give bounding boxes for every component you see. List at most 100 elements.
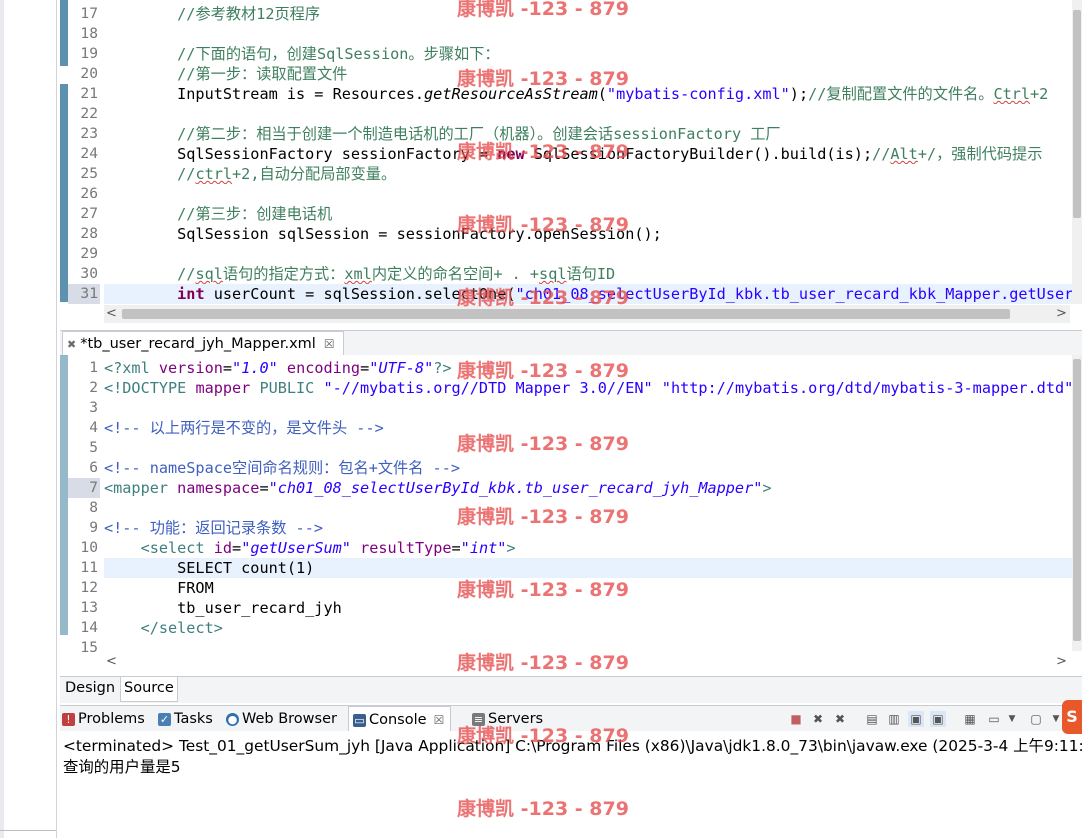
code-token: = bbox=[360, 359, 370, 377]
tab-problems[interactable]: ! Problems bbox=[62, 706, 145, 732]
scrollbar-thumb[interactable] bbox=[1073, 359, 1081, 641]
remove-all-icon[interactable]: ✖ bbox=[832, 711, 848, 727]
xml-editor-tabbar: ✖ *tb_user_recard_jyh_Mapper.xml ☒ bbox=[60, 330, 1082, 356]
code-line[interactable]: tb_user_recard_jyh bbox=[104, 598, 1082, 618]
code-token: +/，强制代码提示 bbox=[917, 145, 1043, 163]
code-line[interactable] bbox=[104, 244, 1082, 264]
remove-launch-icon[interactable]: ✖ bbox=[810, 711, 826, 727]
code-token: //复制配置文件的文件名。 bbox=[808, 85, 994, 103]
code-line[interactable]: <!-- 以上两行是不变的，是文件头 --> bbox=[104, 418, 1082, 438]
xml-vertical-scrollbar[interactable] bbox=[1072, 355, 1082, 651]
code-line[interactable]: <!DOCTYPE mapper PUBLIC "-//mybatis.org/… bbox=[104, 378, 1082, 398]
xml-editor[interactable]: 1 2 3 4 5 6 7 8 9 10 11 12 13 14 15 <?xml version="1.0… bbox=[60, 355, 1082, 675]
code-line[interactable]: //ctrl+2,自动分配局部变量。 bbox=[104, 164, 1082, 184]
code-token: id bbox=[213, 539, 233, 557]
java-editor[interactable]: 17 18 19 20 21 22 23 24 25 26 27 28 29 30 31 //参考教材12页… bbox=[60, 0, 1082, 326]
code-token: sql bbox=[195, 265, 223, 283]
code-line[interactable]: //第三步：创建电话机 bbox=[104, 204, 1082, 224]
line-number: 8 bbox=[89, 499, 98, 516]
tab-console[interactable]: ▭ Console ☒ bbox=[348, 706, 452, 733]
line-number: 15 bbox=[80, 639, 98, 656]
code-line[interactable] bbox=[104, 498, 1082, 518]
code-line[interactable]: <select id="getUserSum" resultType="int"… bbox=[104, 538, 1082, 558]
code-token: version bbox=[158, 359, 223, 377]
scroll-right-icon[interactable]: > bbox=[1056, 306, 1067, 321]
code-line[interactable]: </select> bbox=[104, 618, 1082, 638]
code-line[interactable] bbox=[104, 24, 1082, 44]
scroll-lock-icon[interactable]: ▥ bbox=[886, 711, 902, 727]
close-tab-icon[interactable]: ☒ bbox=[324, 337, 335, 351]
code-token: int bbox=[177, 285, 205, 303]
servers-icon: ≡ bbox=[472, 712, 485, 726]
code-line[interactable] bbox=[104, 438, 1082, 458]
code-line[interactable] bbox=[104, 184, 1082, 204]
tab-label: Problems bbox=[78, 711, 145, 727]
close-tab-icon[interactable]: ☒ bbox=[434, 707, 445, 733]
code-line[interactable]: //第一步：读取配置文件 bbox=[104, 64, 1082, 84]
java-vertical-scrollbar[interactable] bbox=[1072, 0, 1082, 304]
left-pane-scrollbar[interactable] bbox=[0, 0, 4, 838]
globe-icon: ● bbox=[226, 712, 239, 726]
tab-servers[interactable]: ≡ Servers bbox=[472, 706, 543, 732]
show-on-stdout-icon[interactable]: ▣ bbox=[908, 711, 924, 727]
scroll-left-icon[interactable]: < bbox=[106, 306, 117, 321]
terminate-icon[interactable]: ■ bbox=[788, 711, 804, 727]
code-token: <?xml bbox=[104, 359, 159, 377]
code-line[interactable] bbox=[104, 398, 1082, 418]
code-token: +2 bbox=[1030, 85, 1049, 103]
code-line[interactable]: SqlSessionFactory sessionFactory = new S… bbox=[104, 144, 1082, 164]
code-line[interactable]: //下面的语句，创建SqlSession。步骤如下： bbox=[104, 44, 1082, 64]
xml-code-area[interactable]: <?xml version="1.0" encoding="UTF-8"?> <!… bbox=[104, 358, 1082, 658]
code-line[interactable]: InputStream is = Resources.getResourceAs… bbox=[104, 84, 1082, 104]
code-line[interactable] bbox=[104, 104, 1082, 124]
code-line[interactable]: //sql语句的指定方式：xml内定义的命名空间+ . +sql语句ID bbox=[104, 264, 1082, 284]
code-line[interactable]: <!-- nameSpace空间命名规则：包名+文件名 --> bbox=[104, 458, 1082, 478]
tab-design[interactable]: Design bbox=[62, 677, 118, 701]
show-on-stderr-icon[interactable]: ▣ bbox=[930, 711, 946, 727]
tab-label: Console bbox=[369, 712, 427, 728]
code-line[interactable]: SqlSession sqlSession = sessionFactory.o… bbox=[104, 224, 1082, 244]
code-line[interactable]: SELECT count(1) bbox=[104, 558, 1082, 578]
console-output[interactable]: <terminated> Test_01_getUserSum_jyh [Jav… bbox=[60, 731, 1082, 838]
open-console-icon[interactable]: ▢ bbox=[1028, 711, 1044, 727]
java-code-area[interactable]: //参考教材12页程序 //下面的语句，创建SqlSession。步骤如下： /… bbox=[104, 4, 1082, 304]
line-number: 30 bbox=[80, 265, 98, 282]
code-line[interactable]: <?xml version="1.0" encoding="UTF-8"?> bbox=[104, 358, 1082, 378]
tab-web-browser[interactable]: ● Web Browser bbox=[226, 706, 337, 732]
code-token: <!-- 以上两行是不变的，是文件头 --> bbox=[104, 419, 384, 437]
code-token: +2,自动分配局部变量。 bbox=[232, 165, 397, 183]
clear-console-icon[interactable]: ▤ bbox=[864, 711, 880, 727]
line-number: 19 bbox=[80, 45, 98, 62]
chevron-down-icon[interactable]: ▼ bbox=[1004, 711, 1020, 727]
scrollbar-thumb[interactable] bbox=[122, 309, 1010, 319]
code-line[interactable]: FROM bbox=[104, 578, 1082, 598]
code-token: = bbox=[222, 359, 233, 377]
code-line[interactable]: //第二步：相当于创建一个制造电话机的工厂（机器）。创建会话sessionFac… bbox=[104, 124, 1082, 144]
code-line[interactable]: <mapper namespace="ch01_08_selectUserByI… bbox=[104, 478, 1082, 498]
scroll-right-icon[interactable]: > bbox=[1056, 654, 1067, 669]
tab-source[interactable]: Source bbox=[120, 677, 178, 702]
java-horizontal-scrollbar[interactable] bbox=[104, 305, 1070, 323]
code-line[interactable]: <!-- 功能：返回记录条数 --> bbox=[104, 518, 1082, 538]
code-line[interactable]: //参考教材12页程序 bbox=[104, 4, 1082, 24]
tab-xml-mapper[interactable]: ✖ *tb_user_recard_jyh_Mapper.xml ☒ bbox=[62, 331, 344, 356]
code-line[interactable]: int userCount = sqlSession.selectOne("ch… bbox=[104, 284, 1082, 304]
line-number: 25 bbox=[80, 165, 98, 182]
pin-console-icon[interactable]: ▦ bbox=[962, 711, 978, 727]
line-number: 10 bbox=[80, 539, 98, 556]
display-console-icon[interactable]: ▭ bbox=[986, 711, 1002, 727]
code-token: SqlSession sqlSession = sessionFactory.o… bbox=[104, 225, 662, 243]
scroll-left-icon[interactable]: < bbox=[106, 654, 117, 669]
app-logo-icon: S bbox=[1062, 700, 1082, 734]
tab-tasks[interactable]: ✓ Tasks bbox=[158, 706, 213, 732]
code-line[interactable] bbox=[104, 638, 1082, 658]
code-token: "getUserSum" bbox=[241, 539, 351, 557]
console-output-line: 查询的用户量是5 bbox=[63, 758, 181, 776]
scrollbar-thumb[interactable] bbox=[1073, 10, 1081, 218]
code-token: <select bbox=[140, 539, 214, 557]
